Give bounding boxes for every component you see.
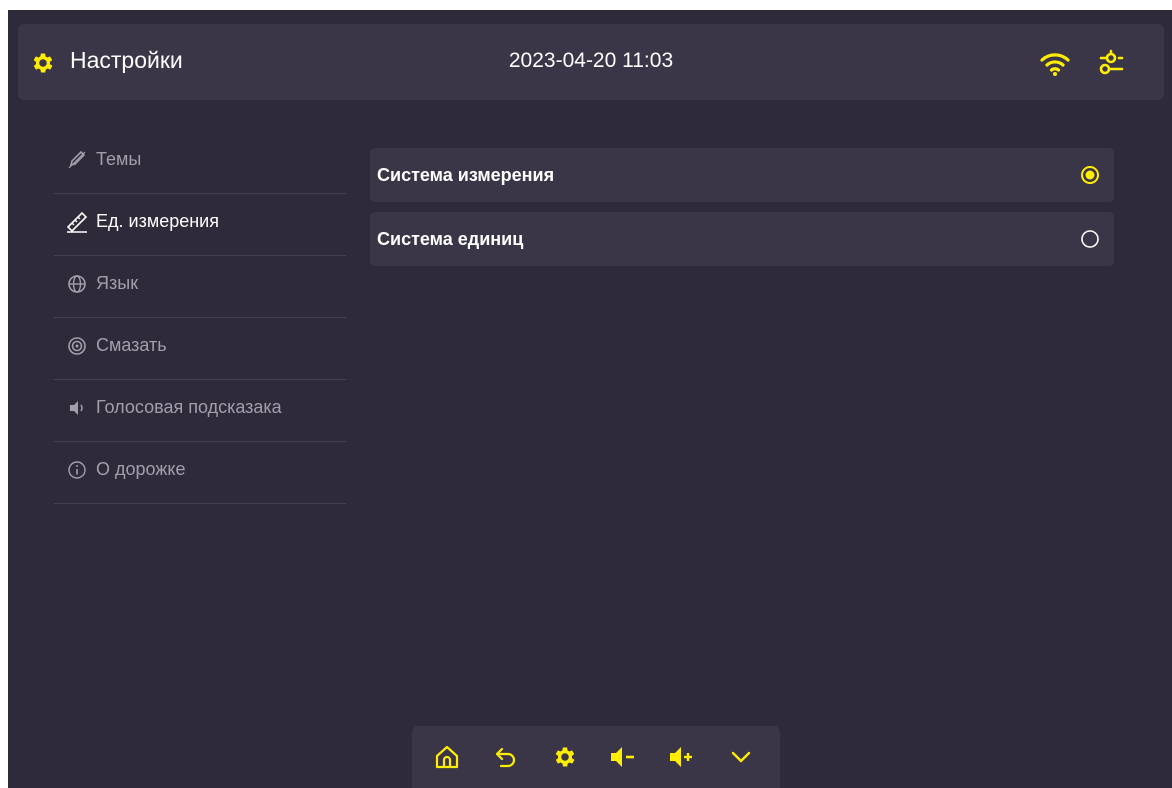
globe-icon bbox=[66, 273, 88, 295]
lubricate-icon bbox=[66, 335, 88, 357]
sidebar-item-units[interactable]: Ед. измерения bbox=[54, 194, 346, 256]
sidebar-item-label: О дорожке bbox=[96, 459, 186, 479]
tune-icon[interactable] bbox=[1097, 49, 1125, 77]
info-icon bbox=[66, 459, 88, 481]
settings-screen: Настройки 2023-04-20 11:03 Темы Ед. изме… bbox=[8, 10, 1172, 788]
volume-down-button[interactable] bbox=[608, 742, 638, 772]
sidebar-item-label: Ед. измерения bbox=[96, 211, 219, 231]
settings-content: Система измерения Система единиц bbox=[370, 148, 1114, 276]
volume-up-icon bbox=[670, 747, 692, 767]
option-label: Система измерения bbox=[377, 165, 555, 185]
collapse-button[interactable] bbox=[726, 742, 756, 772]
sidebar-item-themes[interactable]: Темы bbox=[54, 132, 346, 194]
sidebar-item-lubricate[interactable]: Смазать bbox=[54, 318, 346, 380]
settings-icon bbox=[555, 747, 575, 767]
speaker-icon bbox=[66, 397, 88, 419]
bottom-nav-bar bbox=[412, 726, 780, 788]
sidebar-item-label: Язык bbox=[96, 273, 139, 293]
volume-up-button[interactable] bbox=[667, 742, 697, 772]
volume-down-icon bbox=[611, 747, 634, 767]
option-label: Система единиц bbox=[377, 229, 524, 249]
settings-sidebar: Темы Ед. измерения Язык Смазать Голосова… bbox=[54, 132, 346, 504]
home-button[interactable] bbox=[432, 742, 462, 772]
sidebar-item-label: Темы bbox=[96, 149, 142, 169]
option-measurement-system[interactable]: Система измерения bbox=[370, 148, 1114, 202]
back-button[interactable] bbox=[491, 742, 521, 772]
collapse-icon bbox=[731, 751, 751, 763]
ruler-icon bbox=[66, 211, 88, 233]
sidebar-item-about[interactable]: О дорожке bbox=[54, 442, 346, 504]
option-unit-system[interactable]: Система единиц bbox=[370, 212, 1114, 266]
sidebar-item-label: Смазать bbox=[96, 335, 167, 355]
sidebar-item-label: Голосовая подсказака bbox=[96, 397, 282, 417]
header-bar: Настройки 2023-04-20 11:03 bbox=[18, 24, 1164, 100]
back-icon bbox=[495, 747, 516, 768]
datetime-display: 2023-04-20 11:03 bbox=[508, 49, 674, 72]
wifi-icon[interactable] bbox=[1040, 51, 1070, 77]
sidebar-item-language[interactable]: Язык bbox=[54, 256, 346, 318]
theme-icon bbox=[66, 149, 88, 171]
radio-unselected-icon[interactable] bbox=[1080, 229, 1100, 249]
radio-selected-icon[interactable] bbox=[1080, 165, 1100, 185]
home-icon bbox=[435, 745, 459, 769]
settings-button[interactable] bbox=[550, 742, 580, 772]
sidebar-item-voice-prompt[interactable]: Голосовая подсказака bbox=[54, 380, 346, 442]
